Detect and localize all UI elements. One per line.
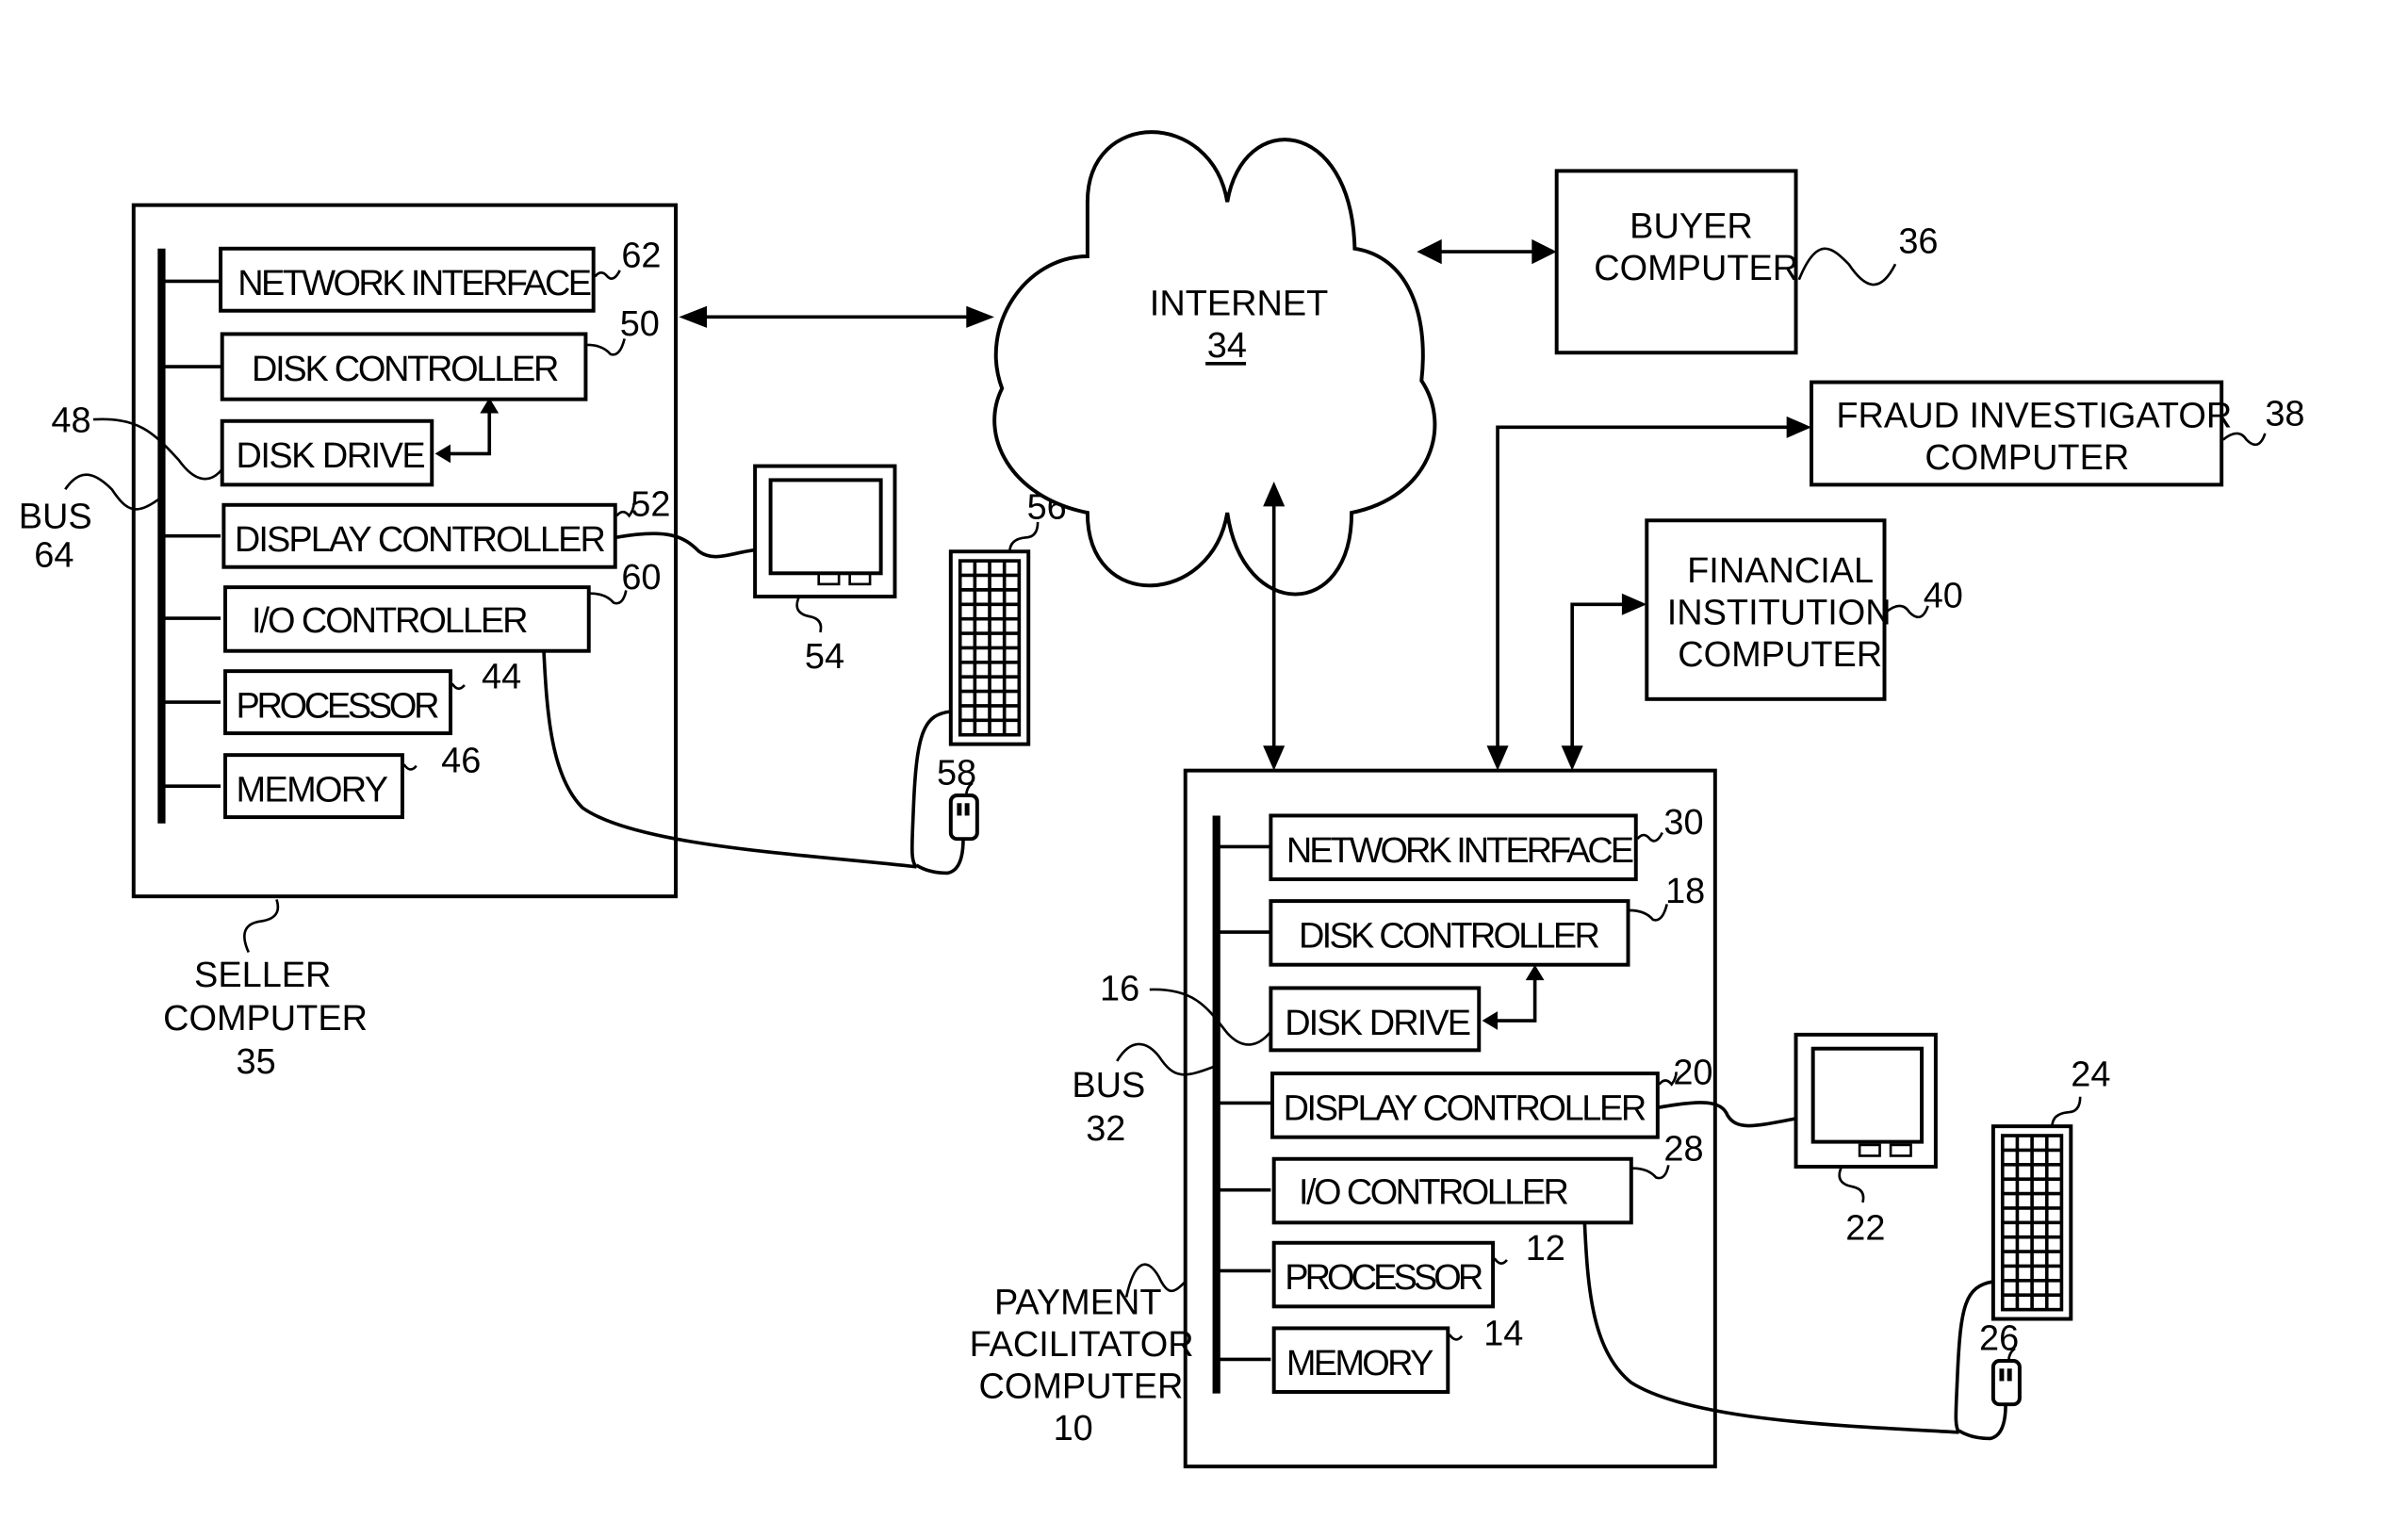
svg-text:NETWORK INTERFACE: NETWORK INTERFACE: [238, 264, 592, 303]
svg-text:60: 60: [621, 558, 661, 597]
leader-line: [2222, 432, 2267, 447]
seller-network-interface[interactable]: NETWORK INTERFACE 62: [219, 237, 662, 313]
seller-monitor-ref: 54: [805, 637, 844, 677]
seller-disk-drive-ref: 48: [51, 401, 90, 440]
svg-text:INSTITUTION: INSTITUTION: [1667, 594, 1892, 633]
svg-text:COMPUTER: COMPUTER: [1678, 635, 1882, 675]
payment-monitor-ref: 22: [1845, 1208, 1885, 1248]
svg-text:DISPLAY CONTROLLER: DISPLAY CONTROLLER: [1284, 1089, 1647, 1129]
leader-line: [2051, 1096, 2082, 1127]
svg-text:62: 62: [621, 237, 661, 276]
svg-text:MEMORY: MEMORY: [237, 771, 389, 810]
svg-text:PROCESSOR: PROCESSOR: [237, 687, 440, 727]
payment-caption-line-1: PAYMENT: [994, 1284, 1162, 1323]
svg-text:NETWORK INTERFACE: NETWORK INTERFACE: [1286, 831, 1634, 871]
svg-text:I/O CONTROLLER: I/O CONTROLLER: [1299, 1173, 1569, 1213]
fraud-ref: 38: [2265, 395, 2304, 434]
svg-text:MEMORY: MEMORY: [1286, 1344, 1434, 1383]
payment-mouse: 26: [1958, 1318, 2022, 1441]
mouse-cable: [1958, 1404, 2007, 1441]
svg-text:14: 14: [1483, 1315, 1523, 1354]
svg-text:46: 46: [441, 741, 481, 780]
seller-mouse: 58: [915, 753, 979, 875]
payment-disk-drive-ref: 16: [1100, 970, 1139, 1009]
seller-caption-line-1: SELLER: [194, 956, 331, 995]
internet-ref: 34: [1207, 326, 1247, 366]
leader-line: [1885, 604, 1929, 619]
payment-disk-drive[interactable]: DISK DRIVE: [1269, 986, 1482, 1053]
mouse-cable: [915, 839, 965, 875]
payment-bus-ref: 32: [1086, 1109, 1125, 1149]
svg-text:20: 20: [1673, 1054, 1712, 1093]
svg-text:12: 12: [1526, 1229, 1565, 1268]
svg-text:COMPUTER: COMPUTER: [1594, 249, 1798, 288]
seller-computer: NETWORK INTERFACE 62 DISK CONTROLLER 50 …: [19, 203, 1067, 1082]
seller-bus-ref: 64: [34, 536, 74, 576]
svg-text:DISK CONTROLLER: DISK CONTROLLER: [252, 350, 559, 389]
svg-text:PROCESSOR: PROCESSOR: [1285, 1258, 1483, 1298]
fraud-investigator-computer[interactable]: FRAUD INVESTIGATOR COMPUTER 38: [1810, 380, 2305, 487]
svg-text:18: 18: [1665, 872, 1705, 911]
seller-keyboard: [948, 549, 1031, 746]
network-diagram: NETWORK INTERFACE 62 DISK CONTROLLER 50 …: [19, 130, 2305, 1469]
internet-label: INTERNET: [1150, 285, 1329, 324]
payment-bus-label: BUS: [1072, 1066, 1145, 1105]
payment-caption-line-2: FACILITATOR: [970, 1325, 1194, 1365]
seller-disk-drive[interactable]: DISK DRIVE: [220, 418, 434, 487]
seller-caption-line-2: COMPUTER: [163, 999, 368, 1039]
internet-buyer-link: [1417, 238, 1557, 265]
svg-text:COMPUTER: COMPUTER: [1925, 438, 2129, 478]
leader-line: [243, 899, 280, 954]
financial-link: [1561, 593, 1647, 771]
svg-text:DISK CONTROLLER: DISK CONTROLLER: [1299, 917, 1600, 957]
payment-keyboard: [1990, 1124, 2073, 1321]
financial-institution-computer[interactable]: FINANCIAL INSTITUTION COMPUTER 40: [1645, 518, 1963, 701]
svg-text:30: 30: [1663, 803, 1703, 843]
buyer-computer[interactable]: BUYER COMPUTER 36: [1554, 169, 1939, 355]
seller-caption-line-3: 35: [237, 1042, 276, 1082]
payment-caption-line-4: 10: [1054, 1409, 1093, 1448]
financial-ref: 40: [1924, 577, 1963, 616]
seller-mouse-ref: 58: [937, 753, 976, 793]
svg-text:DISPLAY CONTROLLER: DISPLAY CONTROLLER: [235, 520, 606, 560]
seller-bus-label: BUS: [19, 498, 92, 537]
payment-keyboard-ref: 24: [2071, 1055, 2110, 1094]
svg-text:DISK DRIVE: DISK DRIVE: [237, 436, 426, 476]
leader-line: [1797, 247, 1897, 286]
svg-text:52: 52: [631, 484, 670, 524]
svg-text:I/O CONTROLLER: I/O CONTROLLER: [252, 601, 528, 641]
buyer-ref: 36: [1898, 222, 1938, 262]
seller-internet-link: [679, 305, 994, 328]
svg-text:44: 44: [482, 657, 521, 696]
svg-text:FINANCIAL: FINANCIAL: [1687, 551, 1874, 591]
svg-text:DISK DRIVE: DISK DRIVE: [1285, 1004, 1471, 1043]
svg-text:28: 28: [1663, 1129, 1703, 1169]
payment-facilitator-computer: NETWORK INTERFACE 30 DISK CONTROLLER 18 …: [970, 768, 2110, 1469]
payment-mouse-ref: 26: [1979, 1318, 2019, 1358]
svg-text:FRAUD INVESTIGATOR: FRAUD INVESTIGATOR: [1836, 396, 2232, 435]
svg-text:50: 50: [620, 304, 660, 344]
svg-text:BUYER: BUYER: [1630, 206, 1753, 246]
payment-caption-line-3: COMPUTER: [978, 1367, 1183, 1407]
